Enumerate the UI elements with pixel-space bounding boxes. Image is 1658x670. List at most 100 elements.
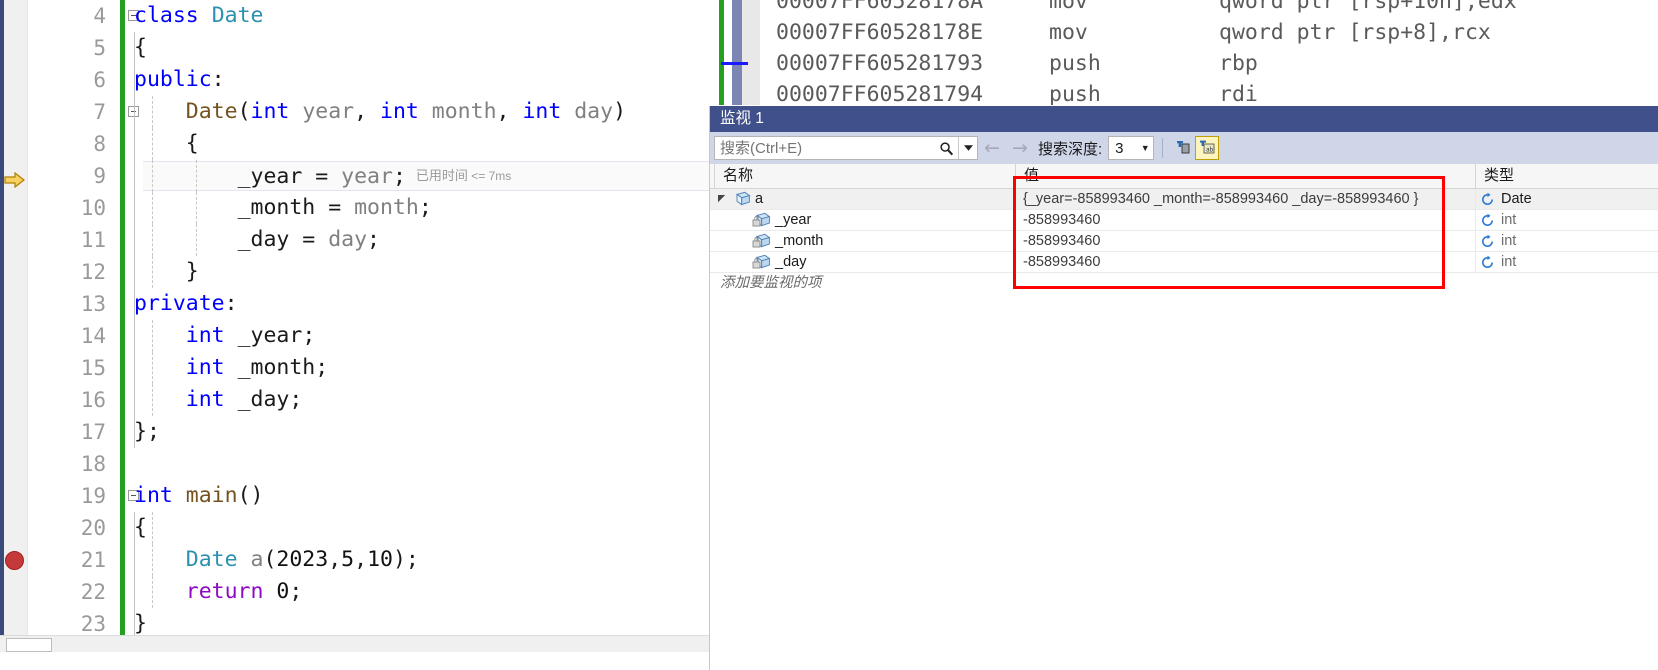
code-editor-pane[interactable]: 4 class Date 5{ 6 public: 7 Date(int year, in… <box>0 0 709 635</box>
line-number: 9 <box>93 164 106 188</box>
visual-studio-debug-window: 4 class Date 5{ 6 public: 7 Date(int year, in… <box>0 0 1658 670</box>
search-input[interactable] <box>715 138 934 158</box>
svg-text:ab: ab <box>1206 146 1214 153</box>
code-line[interactable]: 14 int _year; <box>0 320 709 352</box>
disassembly-pane[interactable]: 00007FF60528178A mov qword ptr [rsp+10h],e… <box>709 0 1658 105</box>
watch-type-cell: int <box>1475 210 1655 230</box>
search-depth-combobox[interactable]: 3 ▼ <box>1108 136 1155 160</box>
watch-item-name: _year <box>775 212 812 228</box>
watch-toolbar[interactable]: ← → 搜索深度: 3 ▼ ab <box>710 132 1658 164</box>
code-line[interactable]: 6 public: <box>0 64 709 96</box>
code-text: int _year; <box>185 323 316 348</box>
private-field-icon <box>750 233 772 250</box>
refresh-icon[interactable] <box>1480 255 1495 270</box>
code-line[interactable]: 10 _month = month; <box>0 192 709 224</box>
line-number: 6 <box>93 68 106 92</box>
code-text: _year = year; 已用时间 <= 7ms <box>237 164 512 189</box>
line-number: 22 <box>80 580 106 604</box>
search-previous-arrow-icon[interactable]: ← <box>978 132 1006 164</box>
pin-icon[interactable] <box>1171 136 1195 160</box>
watch-type-name: int <box>1501 233 1517 249</box>
search-next-arrow-icon[interactable]: → <box>1006 132 1034 164</box>
watch-type-name: Date <box>1501 191 1532 207</box>
search-box[interactable] <box>714 136 978 160</box>
disassembly-row[interactable]: 00007FF605281794 push rdi <box>709 79 1658 105</box>
line-number: 20 <box>80 516 106 540</box>
code-text: return 0; <box>185 579 303 604</box>
change-tracking-bar <box>120 96 125 128</box>
add-watch-item-row[interactable]: 添加要监视的项 <box>710 273 1658 294</box>
code-line[interactable]: 17}; <box>0 416 709 448</box>
code-text: int _month; <box>185 355 329 380</box>
code-text: { <box>134 515 147 540</box>
code-text: { <box>134 35 147 60</box>
code-line[interactable]: 18 <box>0 448 709 480</box>
code-line[interactable]: 21 Date a(2023,5,10); <box>0 544 709 576</box>
chevron-down-icon[interactable]: ▼ <box>1137 143 1153 153</box>
code-line[interactable]: 11 _day = day; <box>0 224 709 256</box>
disassembly-rows: 00007FF60528178A mov qword ptr [rsp+10h],e… <box>709 0 1658 105</box>
watch-value-cell[interactable]: -858993460 <box>1023 210 1475 230</box>
watch-row[interactable]: _day -858993460 int <box>710 252 1658 273</box>
watch-name-cell[interactable]: _month <box>714 231 1015 251</box>
watch-window[interactable]: 监视 1 ← → 搜索深度: 3 ▼ <box>709 106 1658 670</box>
code-line[interactable]: 4 class Date <box>0 0 709 32</box>
code-line[interactable]: 13 private: <box>0 288 709 320</box>
code-line[interactable]: 23} <box>0 608 709 635</box>
watch-item-name: a <box>755 191 764 207</box>
code-line[interactable]: 15 int _month; <box>0 352 709 384</box>
watch-item-name: _month <box>775 233 824 249</box>
watch-name-cell[interactable]: _year <box>714 210 1015 230</box>
code-line[interactable]: 19 int main() <box>0 480 709 512</box>
code-text: int _day; <box>185 387 303 412</box>
change-tracking-bar <box>120 64 125 96</box>
column-header-value[interactable]: 值 <box>1015 164 1475 188</box>
watch-row[interactable]: a {_year=-858993460 _month=-858993460 _da… <box>710 189 1658 210</box>
disassembly-row[interactable]: 00007FF605281793 push rbp <box>709 48 1658 79</box>
watch-name-cell[interactable]: a <box>714 189 1015 209</box>
column-header-name[interactable]: 名称 <box>714 164 1015 188</box>
change-tracking-bar <box>120 576 125 608</box>
refresh-icon[interactable] <box>1480 192 1495 207</box>
line-number: 7 <box>93 100 106 124</box>
watch-type-cell: int <box>1475 231 1655 251</box>
magnifier-icon[interactable] <box>934 137 958 159</box>
expander-triangle-icon[interactable] <box>714 194 730 204</box>
code-line[interactable]: 7 Date(int year, int month, int day) <box>0 96 709 128</box>
code-line[interactable]: 16 int _day; <box>0 384 709 416</box>
line-number: 16 <box>80 388 106 412</box>
code-text: public: <box>134 67 225 92</box>
code-line[interactable]: 22 return 0; <box>0 576 709 608</box>
watch-row[interactable]: _year -858993460 int <box>710 210 1658 231</box>
watch-value-cell[interactable]: {_year=-858993460 _month=-858993460 _day… <box>1023 189 1475 209</box>
column-header-type[interactable]: 类型 <box>1475 164 1655 188</box>
watch-name-cell[interactable]: _day <box>714 252 1015 272</box>
code-line[interactable]: 20 { <box>0 512 709 544</box>
watch-rows[interactable]: a {_year=-858993460 _month=-858993460 _da… <box>710 189 1658 273</box>
watch-column-headers: 名称 值 类型 <box>710 164 1658 189</box>
change-tracking-bar <box>120 0 125 32</box>
code-line[interactable]: 12 } <box>0 256 709 288</box>
code-line[interactable]: 8 { <box>0 128 709 160</box>
disassembly-row[interactable]: 00007FF60528178E mov qword ptr [rsp+8],rcx <box>709 17 1658 48</box>
refresh-icon[interactable] <box>1480 213 1495 228</box>
code-line[interactable]: 5{ <box>0 32 709 64</box>
code-lines[interactable]: 4 class Date 5{ 6 public: 7 Date(int year, in… <box>0 0 709 635</box>
watch-item-name: _day <box>775 254 807 270</box>
pin-ab-icon[interactable]: ab <box>1195 136 1220 160</box>
line-number: 14 <box>80 324 106 348</box>
disassembly-row[interactable]: 00007FF60528178A mov qword ptr [rsp+10h],e… <box>709 0 1658 17</box>
code-line[interactable]: 9 _year = year; 已用时间 <= 7ms <box>0 160 709 192</box>
search-options-chevron-down-icon[interactable] <box>958 137 977 159</box>
private-field-icon <box>750 254 772 271</box>
watch-type-name: int <box>1501 254 1517 270</box>
refresh-icon[interactable] <box>1480 234 1495 249</box>
scrollbar-thumb[interactable] <box>6 638 52 652</box>
watch-row[interactable]: _month -858993460 int <box>710 231 1658 252</box>
watch-value-cell[interactable]: -858993460 <box>1023 231 1475 251</box>
change-tracking-bar <box>120 512 125 544</box>
code-text: Date a(2023,5,10); <box>185 547 419 572</box>
instruction-address: 00007FF605281794 <box>776 82 984 105</box>
editor-horizontal-scrollbar[interactable] <box>0 635 709 652</box>
watch-value-cell[interactable]: -858993460 <box>1023 252 1475 272</box>
